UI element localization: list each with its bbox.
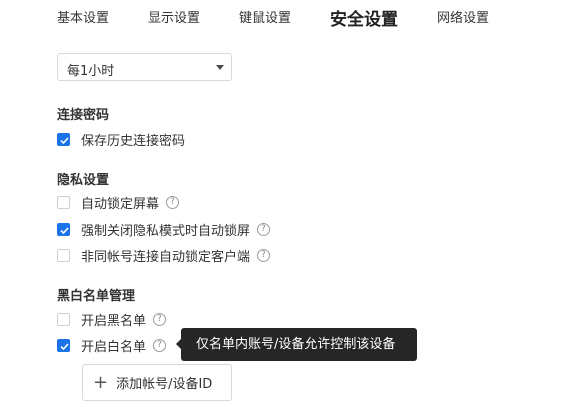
checkbox-enable-blacklist[interactable] (57, 312, 70, 326)
option-label: 开启黑名单 (81, 313, 147, 329)
chevron-down-icon (216, 65, 224, 70)
section-title-connection-password: 连接密码 (57, 108, 110, 123)
settings-tabs: 基本设置 显示设置 键鼠设置 安全设置 网络设置 (0, 0, 570, 34)
tab-keyboard-mouse-settings[interactable]: 键鼠设置 (239, 7, 291, 26)
option-label: 非同帐号连接自动锁定客户端 (81, 249, 251, 265)
option-lock-on-privacy-off[interactable]: 强制关闭隐私模式时自动锁屏 ? (57, 220, 271, 239)
tab-basic-settings[interactable]: 基本设置 (57, 7, 109, 26)
checkbox-save-history-password[interactable] (57, 132, 70, 146)
whitelist-tooltip: 仅名单内账号/设备允许控制该设备 (176, 328, 417, 361)
section-title-privacy: 隐私设置 (57, 173, 110, 188)
help-icon[interactable]: ? (166, 195, 180, 209)
option-enable-blacklist[interactable]: 开启黑名单 ? (57, 310, 167, 329)
option-auto-lock-screen[interactable]: 自动锁定屏幕 ? (57, 193, 180, 212)
option-label: 开启白名单 (81, 339, 147, 355)
add-button-label: 添加帐号/设备ID (116, 377, 213, 392)
section-title-whitelist-blacklist: 黑白名单管理 (57, 289, 136, 304)
option-label: 自动锁定屏幕 (81, 196, 160, 212)
checkbox-lock-on-privacy-off[interactable] (57, 222, 70, 236)
option-save-history-password[interactable]: 保存历史连接密码 (57, 130, 186, 149)
interval-select[interactable]: 每1小时 (57, 53, 232, 81)
help-icon[interactable]: ? (257, 248, 271, 262)
help-icon[interactable]: ? (153, 338, 167, 352)
plus-icon: + (93, 371, 109, 393)
interval-select-value: 每1小时 (67, 64, 115, 79)
option-label: 保存历史连接密码 (81, 133, 186, 149)
checkbox-auto-lock-screen[interactable] (57, 195, 70, 209)
checkbox-lock-client-other-account[interactable] (57, 248, 70, 262)
tab-security-settings[interactable]: 安全设置 (330, 5, 398, 30)
option-label: 强制关闭隐私模式时自动锁屏 (81, 223, 251, 239)
help-icon[interactable]: ? (153, 312, 167, 326)
tab-display-settings[interactable]: 显示设置 (148, 7, 200, 26)
add-account-device-button[interactable]: + 添加帐号/设备ID (82, 364, 232, 401)
help-icon[interactable]: ? (257, 222, 271, 236)
option-enable-whitelist[interactable]: 开启白名单 ? (57, 336, 167, 355)
checkbox-enable-whitelist[interactable] (57, 338, 70, 352)
option-lock-client-other-account[interactable]: 非同帐号连接自动锁定客户端 ? (57, 246, 271, 265)
tab-network-settings[interactable]: 网络设置 (437, 7, 489, 26)
